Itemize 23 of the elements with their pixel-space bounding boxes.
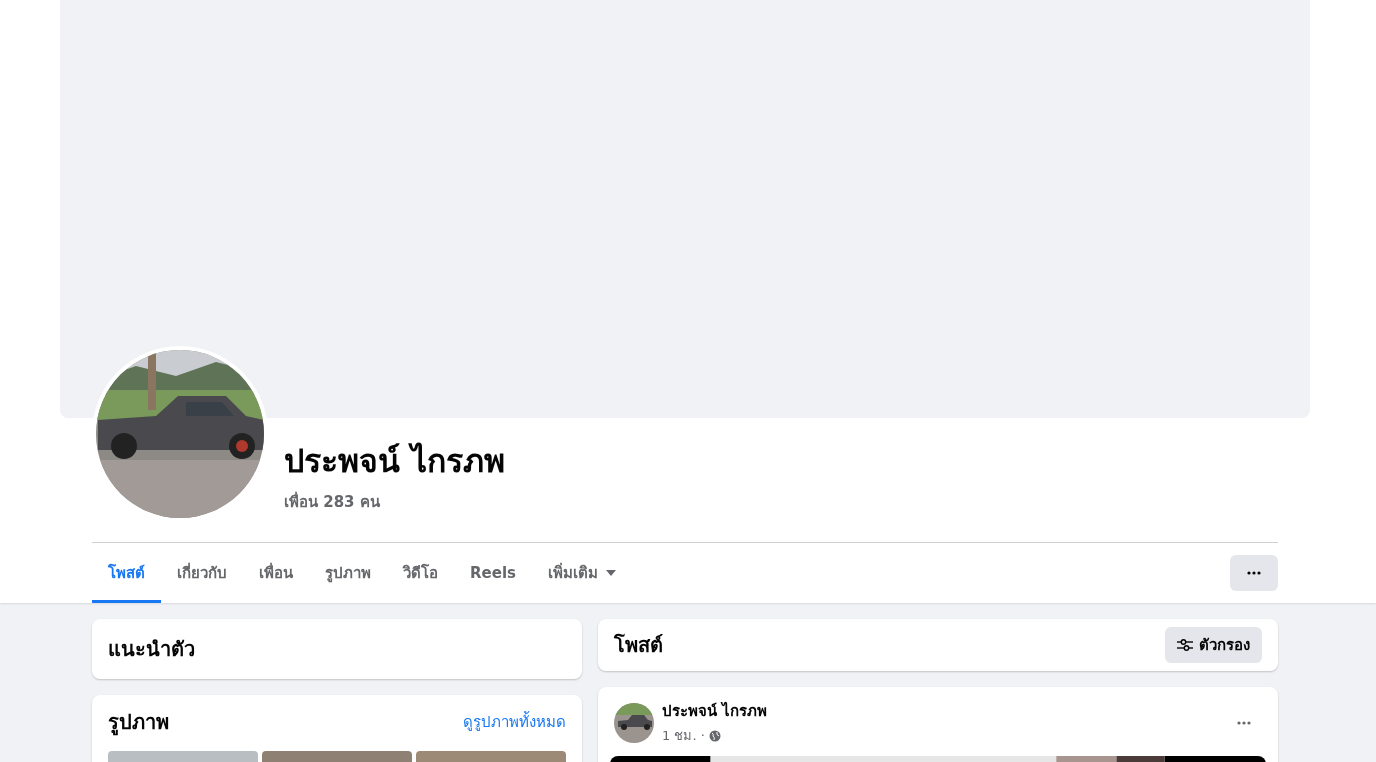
caret-icon [605,570,616,576]
post-time[interactable]: 1 ชม. · [662,725,705,746]
more-icon [1247,571,1261,575]
profile-name: ประพจน์ ไกรภพ [284,441,506,482]
author-avatar[interactable] [614,702,654,743]
profile-tab[interactable]: Reels [454,543,532,603]
more-icon [1237,720,1251,725]
photos-title: รูปภาพ [108,709,169,738]
filter-icon [1177,638,1193,652]
more-button[interactable] [1230,555,1278,591]
see-all-photos-link[interactable]: ดูรูปภาพทั้งหมด [463,710,566,734]
post-author[interactable]: ประพจน์ ไกรภพ [662,699,1218,723]
intro-title: แนะนำตัว [108,636,195,663]
friend-count[interactable]: เพื่อน 283 คน [284,490,506,514]
filter-button[interactable]: ตัวกรอง [1165,627,1262,663]
profile-tab[interactable]: เพื่อน [243,543,309,603]
posts-title: โพสต์ [614,632,663,659]
profile-tab[interactable]: เพิ่มเติม [531,543,632,603]
globe-icon [708,729,721,742]
profile-tab[interactable]: เกี่ยวกับ [161,543,243,603]
profile-tab[interactable]: วิดีโอ [387,543,454,603]
profile-tab[interactable]: รูปภาพ [309,543,387,603]
profile-tab[interactable]: โพสต์ [92,543,161,603]
